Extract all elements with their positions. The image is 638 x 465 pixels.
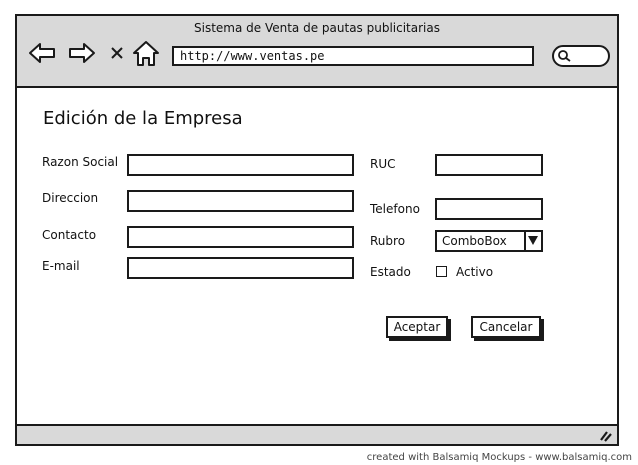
activo-checkbox[interactable]	[436, 266, 447, 277]
forward-arrow-icon[interactable]	[67, 38, 97, 68]
cancel-button[interactable]: Cancelar	[471, 316, 541, 338]
balsamiq-credit: created with Balsamiq Mockups - www.bals…	[366, 452, 632, 463]
page-title: Edición de la Empresa	[43, 108, 243, 129]
email-label: E-mail	[42, 259, 80, 273]
razon-social-label: Razon Social	[42, 155, 119, 169]
window-title: Sistema de Venta de pautas publicitarias	[194, 21, 440, 35]
accept-button[interactable]: Aceptar	[386, 316, 448, 338]
ruc-input[interactable]	[435, 154, 543, 176]
razon-social-input[interactable]	[127, 154, 354, 176]
contacto-label: Contacto	[42, 228, 97, 242]
telefono-input[interactable]	[435, 198, 543, 220]
activo-checkbox-label: Activo	[456, 265, 494, 279]
direccion-label: Direccion	[42, 191, 99, 205]
contacto-input[interactable]	[127, 226, 354, 248]
estado-label: Estado	[370, 265, 411, 279]
ruc-label: RUC	[370, 157, 396, 171]
email-input[interactable]	[127, 257, 354, 279]
browser-window: Sistema de Venta de pautas publicitarias…	[15, 14, 619, 446]
search-icon	[558, 50, 571, 62]
url-input[interactable]: http://www.ventas.pe	[172, 46, 534, 66]
rubro-selected-value: ComboBox	[442, 234, 507, 248]
browser-toolbar: Sistema de Venta de pautas publicitarias…	[17, 16, 617, 88]
dropdown-arrow-icon[interactable]	[524, 232, 541, 250]
search-button[interactable]	[552, 45, 610, 67]
direccion-input[interactable]	[127, 190, 354, 212]
back-arrow-icon[interactable]	[27, 38, 57, 68]
resize-grip-icon[interactable]	[599, 428, 613, 442]
telefono-label: Telefono	[370, 202, 420, 216]
close-icon[interactable]	[107, 38, 127, 68]
rubro-label: Rubro	[370, 234, 406, 248]
rubro-combobox[interactable]: ComboBox	[435, 230, 543, 252]
status-bar	[17, 424, 617, 444]
home-icon[interactable]	[131, 38, 161, 68]
